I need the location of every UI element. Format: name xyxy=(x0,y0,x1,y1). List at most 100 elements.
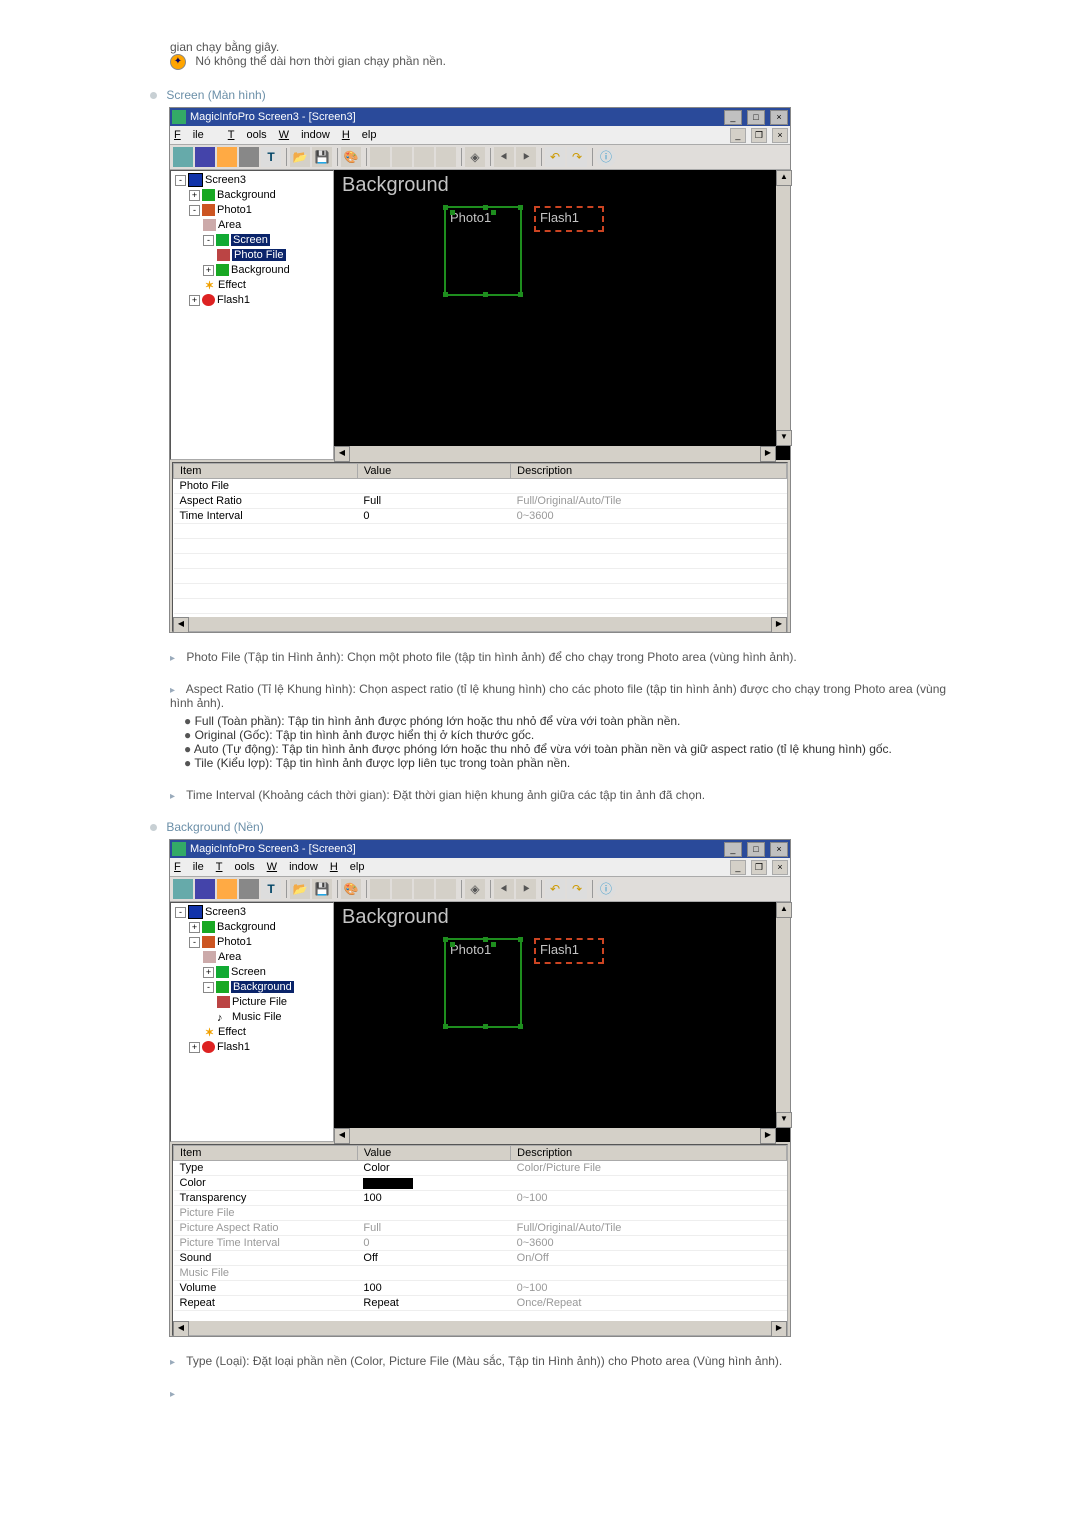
menu-tools[interactable]: Tools xyxy=(228,126,267,144)
tree-flash1[interactable]: Flash1 xyxy=(217,1041,250,1053)
doc-restore-button[interactable]: ❐ xyxy=(751,860,767,875)
tool-monitor-icon[interactable] xyxy=(195,147,215,167)
tool-undo-icon[interactable]: ↶ xyxy=(545,147,565,167)
tree-photo1[interactable]: Photo1 xyxy=(217,204,252,216)
prop-color-swatch[interactable] xyxy=(357,1176,510,1191)
canvas-photo1[interactable]: Photo1 xyxy=(444,938,522,1028)
tree-toggle[interactable]: + xyxy=(189,190,200,201)
scroll-left-icon[interactable]: ◀ xyxy=(334,1128,350,1144)
canvas-scroll-vertical[interactable]: ▲ ▼ xyxy=(776,170,790,446)
tool-text-icon[interactable]: T xyxy=(261,147,281,167)
prop-value[interactable]: Color xyxy=(357,1161,510,1176)
tool-redo-icon[interactable]: ↷ xyxy=(567,147,587,167)
canvas-flash1[interactable]: Flash1 xyxy=(534,206,604,232)
scroll-right-icon[interactable]: ▶ xyxy=(760,446,776,462)
prop-item[interactable]: Aspect Ratio xyxy=(174,494,358,509)
canvas[interactable]: Background Photo1 Flash1 ▲ ▼ ◀ ▶ xyxy=(334,902,790,1142)
props-scroll-horizontal[interactable]: ◀ ▶ xyxy=(173,617,787,631)
menu-help[interactable]: Help xyxy=(342,126,377,144)
tree-toggle[interactable]: + xyxy=(189,295,200,306)
tree-toggle[interactable]: + xyxy=(189,1042,200,1053)
doc-close-button[interactable]: × xyxy=(772,128,788,143)
tree-toggle[interactable]: - xyxy=(189,937,200,948)
prop-item[interactable]: Repeat xyxy=(174,1296,358,1311)
tree-panel[interactable]: -Screen3 +Background -Photo1 Area -Scree… xyxy=(170,170,334,460)
tree-photofile[interactable]: Photo File xyxy=(232,249,286,261)
scroll-down-icon[interactable]: ▼ xyxy=(776,430,792,446)
col-value[interactable]: Value xyxy=(357,1146,510,1161)
tree-toggle[interactable]: - xyxy=(203,982,214,993)
tree-panel[interactable]: -Screen3 +Background -Photo1 Area +Scree… xyxy=(170,902,334,1142)
prop-value[interactable]: 100 xyxy=(357,1281,510,1296)
prop-value[interactable]: Repeat xyxy=(357,1296,510,1311)
prop-item[interactable]: Time Interval xyxy=(174,509,358,524)
prop-item[interactable]: Transparency xyxy=(174,1191,358,1206)
canvas-photo1[interactable]: Photo1 xyxy=(444,206,522,296)
prop-item[interactable]: Photo File xyxy=(174,479,358,494)
prop-value[interactable]: Full xyxy=(357,494,510,509)
tool-page-prev-icon[interactable]: ⯇ xyxy=(494,147,514,167)
menu-window[interactable]: Window xyxy=(279,126,330,144)
prop-value[interactable]: Off xyxy=(357,1251,510,1266)
tree-screen[interactable]: Screen xyxy=(231,966,266,978)
doc-minimize-button[interactable]: _ xyxy=(730,128,746,143)
tool-page-next-icon[interactable]: ⯈ xyxy=(516,147,536,167)
maximize-button[interactable]: □ xyxy=(747,842,765,857)
prop-item[interactable]: Sound xyxy=(174,1251,358,1266)
tool-brush-icon[interactable] xyxy=(239,879,259,899)
tree-toggle[interactable]: + xyxy=(189,922,200,933)
scroll-left-icon[interactable]: ◀ xyxy=(173,1321,189,1337)
tool-preview-icon[interactable]: ◈ xyxy=(465,147,485,167)
maximize-button[interactable]: □ xyxy=(747,110,765,125)
tree-toggle[interactable]: + xyxy=(203,967,214,978)
scroll-left-icon[interactable]: ◀ xyxy=(334,446,350,462)
props-scroll-horizontal[interactable]: ◀ ▶ xyxy=(173,1321,787,1335)
tool-open-icon[interactable]: 📂 xyxy=(290,147,310,167)
menu-file[interactable]: File xyxy=(174,126,216,144)
col-item[interactable]: Item xyxy=(174,1146,358,1161)
menu-help[interactable]: Help xyxy=(330,858,365,876)
menu-file[interactable]: File xyxy=(174,858,204,876)
col-desc[interactable]: Description xyxy=(511,1146,787,1161)
tree-flash1[interactable]: Flash1 xyxy=(217,294,250,306)
tool-bringfront-icon[interactable] xyxy=(392,879,412,899)
tree-toggle[interactable]: - xyxy=(203,235,214,246)
tool-new-icon[interactable] xyxy=(173,879,193,899)
properties-grid[interactable]: Item Value Description TypeColorColor/Pi… xyxy=(172,1144,788,1336)
tree-toggle[interactable]: - xyxy=(175,175,186,186)
tool-open-icon[interactable]: 📂 xyxy=(290,879,310,899)
tool-page-prev-icon[interactable]: ⯇ xyxy=(494,879,514,899)
tree-bg2[interactable]: Background xyxy=(231,264,290,276)
tool-sendback-icon[interactable] xyxy=(370,147,390,167)
close-button[interactable]: × xyxy=(770,842,788,857)
tree-musfile[interactable]: Music File xyxy=(232,1011,282,1023)
tool-monitor-icon[interactable] xyxy=(195,879,215,899)
prop-item[interactable]: Volume xyxy=(174,1281,358,1296)
tool-palette-icon[interactable]: 🎨 xyxy=(341,879,361,899)
canvas-scroll-horizontal[interactable]: ◀ ▶ xyxy=(334,1128,776,1142)
tool-save-icon[interactable]: 💾 xyxy=(312,879,332,899)
tool-align-icon[interactable] xyxy=(414,879,434,899)
minimize-button[interactable]: _ xyxy=(724,842,742,857)
scroll-up-icon[interactable]: ▲ xyxy=(776,902,792,918)
tree-toggle[interactable]: + xyxy=(203,265,214,276)
close-button[interactable]: × xyxy=(770,110,788,125)
tool-new-icon[interactable] xyxy=(173,147,193,167)
col-item[interactable]: Item xyxy=(174,464,358,479)
tool-list-icon[interactable] xyxy=(436,879,456,899)
tree-effect[interactable]: Effect xyxy=(218,279,246,291)
tree-root[interactable]: Screen3 xyxy=(205,906,246,918)
canvas-scroll-horizontal[interactable]: ◀ ▶ xyxy=(334,446,776,460)
col-value[interactable]: Value xyxy=(357,464,510,479)
canvas-flash1[interactable]: Flash1 xyxy=(534,938,604,964)
tree-screen-selected[interactable]: Screen xyxy=(231,234,270,246)
tree-picfile[interactable]: Picture File xyxy=(232,996,287,1008)
tool-info-icon[interactable]: ⓘ xyxy=(596,147,616,167)
prop-value[interactable]: 0 xyxy=(357,509,510,524)
tree-effect[interactable]: Effect xyxy=(218,1026,246,1038)
tree-bg-selected[interactable]: Background xyxy=(231,981,294,993)
prop-item[interactable]: Type xyxy=(174,1161,358,1176)
tool-sendback-icon[interactable] xyxy=(370,879,390,899)
scroll-up-icon[interactable]: ▲ xyxy=(776,170,792,186)
canvas[interactable]: Background Photo1 Flash1 ▲ ▼ ◀ ▶ xyxy=(334,170,790,460)
